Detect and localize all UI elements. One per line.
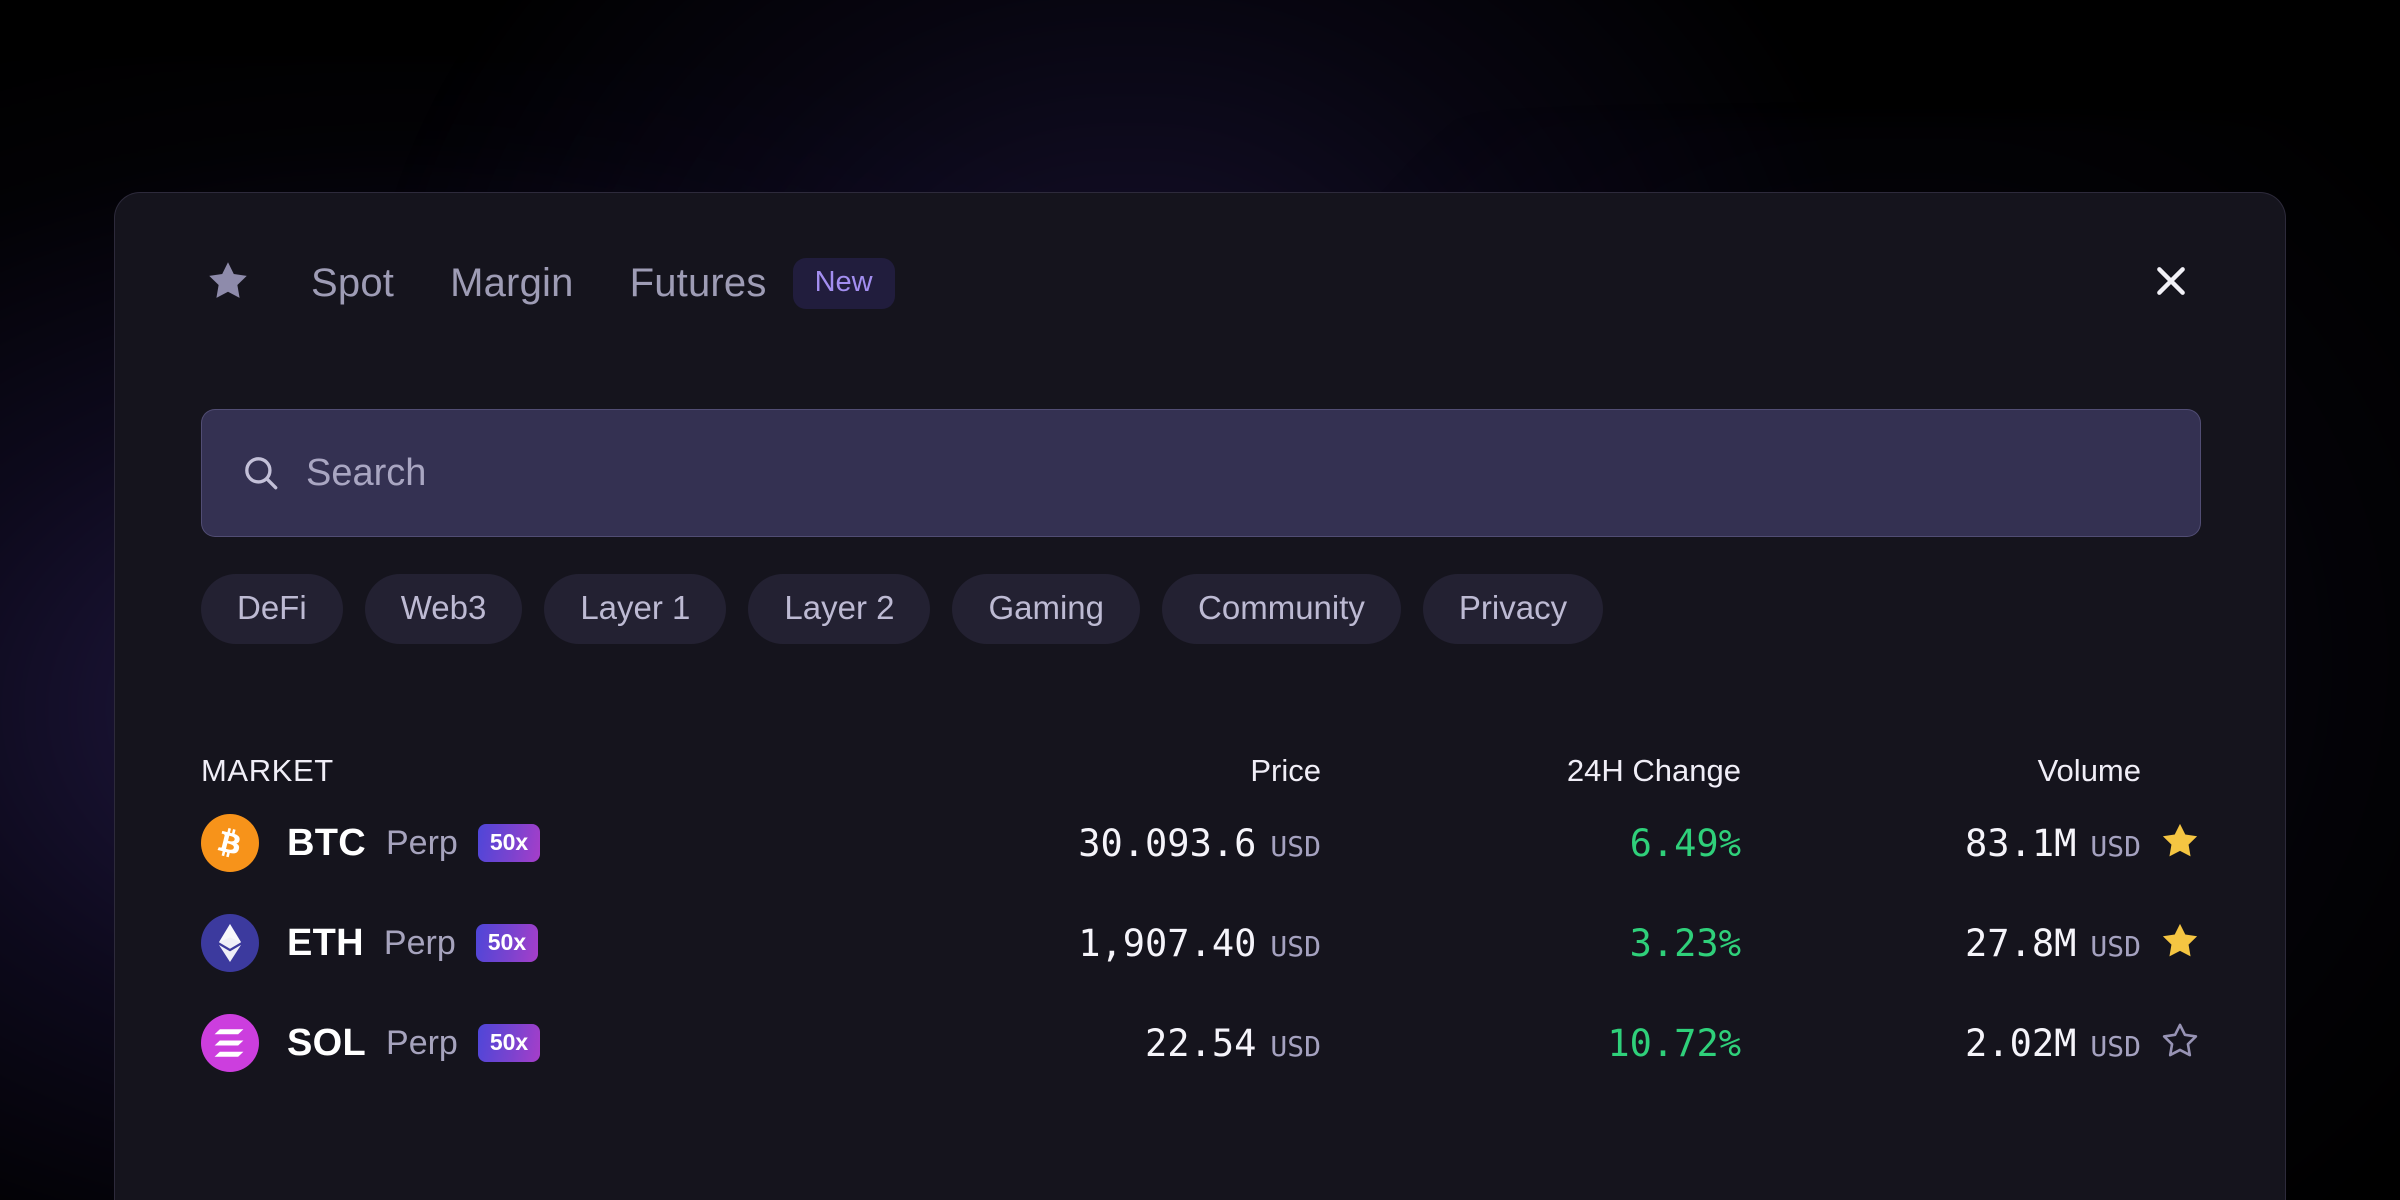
leverage-badge: 50x [477, 824, 541, 862]
table-header-row: MARKET Price 24H Change Volume [201, 733, 2201, 793]
close-button[interactable] [2143, 255, 2199, 311]
change-cell: 3.23% [1321, 922, 1741, 965]
category-pill-defi[interactable]: DeFi [201, 574, 343, 644]
table-row[interactable]: SOL Perp 50x 22.54 USD 10.72% 2.02M USD [201, 993, 2201, 1093]
volume-unit: USD [2090, 929, 2141, 963]
volume-value: 2.02M [1965, 1021, 2077, 1065]
leverage-badge: 50x [475, 924, 539, 962]
star-filled-icon [2159, 820, 2201, 867]
volume-cell: 27.8M USD [1741, 922, 2141, 965]
column-header-volume[interactable]: Volume [1741, 753, 2141, 789]
leverage-badge: 50x [477, 1024, 541, 1062]
favorite-toggle[interactable] [2141, 920, 2201, 967]
column-header-change[interactable]: 24H Change [1321, 753, 1741, 789]
favorite-toggle[interactable] [2141, 1020, 2201, 1067]
change-value: 10.72% [1607, 1021, 1741, 1065]
ethereum-icon [201, 914, 259, 972]
category-pill-community[interactable]: Community [1162, 574, 1401, 644]
close-icon [2151, 261, 2191, 306]
change-cell: 6.49% [1321, 822, 1741, 865]
market-table: MARKET Price 24H Change Volume BTC Perp … [201, 733, 2201, 1093]
market-cell: BTC Perp 50x [201, 814, 901, 872]
bitcoin-icon [201, 814, 259, 872]
price-value: 1,907.40 [1078, 921, 1257, 965]
price-cell: 1,907.40 USD [901, 922, 1321, 965]
volume-value: 83.1M [1965, 821, 2077, 865]
market-symbol: SOL [287, 1021, 367, 1064]
app-background: Spot Margin Futures New Search DeFi Web3… [0, 0, 2400, 1200]
volume-value: 27.8M [1965, 921, 2077, 965]
tab-favorites[interactable] [201, 256, 255, 310]
category-pill-gaming[interactable]: Gaming [952, 574, 1141, 644]
market-kind: Perp [383, 923, 456, 962]
market-cell: SOL Perp 50x [201, 1014, 901, 1072]
tab-margin[interactable]: Margin [450, 261, 573, 306]
volume-unit: USD [2090, 1029, 2141, 1063]
table-row[interactable]: ETH Perp 50x 1,907.40 USD 3.23% 27.8M USD [201, 893, 2201, 993]
search-icon [238, 450, 284, 496]
market-symbol: ETH [287, 921, 364, 964]
price-cell: 30.093.6 USD [901, 822, 1321, 865]
star-outline-icon [2159, 1020, 2201, 1067]
market-selector-modal: Spot Margin Futures New Search DeFi Web3… [114, 192, 2286, 1200]
change-value: 3.23% [1629, 921, 1741, 965]
market-cell: ETH Perp 50x [201, 914, 901, 972]
search-input[interactable] [306, 451, 2170, 495]
category-filter-list: DeFi Web3 Layer 1 Layer 2 Gaming Communi… [201, 574, 1604, 644]
solana-icon [201, 1014, 259, 1072]
category-pill-privacy[interactable]: Privacy [1422, 574, 1604, 644]
price-unit: USD [1270, 929, 1321, 963]
tab-spot[interactable]: Spot [311, 261, 394, 306]
change-cell: 10.72% [1321, 1022, 1741, 1065]
new-badge[interactable]: New [792, 257, 895, 309]
column-header-price[interactable]: Price [901, 753, 1321, 789]
volume-cell: 83.1M USD [1741, 822, 2141, 865]
search-bar[interactable] [201, 409, 2201, 537]
modal-tabbar: Spot Margin Futures New [115, 193, 2285, 373]
price-cell: 22.54 USD [901, 1022, 1321, 1065]
column-header-market: MARKET [201, 753, 334, 788]
tab-futures[interactable]: Futures [630, 261, 767, 306]
change-value: 6.49% [1629, 821, 1741, 865]
market-kind: Perp [386, 1023, 458, 1062]
price-value: 22.54 [1145, 1021, 1257, 1065]
price-unit: USD [1270, 829, 1321, 863]
favorite-toggle[interactable] [2141, 820, 2201, 867]
category-pill-layer1[interactable]: Layer 1 [544, 574, 727, 644]
star-filled-icon [205, 258, 251, 309]
category-pill-web3[interactable]: Web3 [364, 574, 523, 644]
volume-cell: 2.02M USD [1741, 1022, 2141, 1065]
market-symbol: BTC [287, 821, 366, 864]
star-filled-icon [2159, 920, 2201, 967]
price-unit: USD [1270, 1029, 1321, 1063]
table-row[interactable]: BTC Perp 50x 30.093.6 USD 6.49% 83.1M USD [201, 793, 2201, 893]
price-value: 30.093.6 [1078, 821, 1257, 865]
category-pill-layer2[interactable]: Layer 2 [748, 574, 931, 644]
volume-unit: USD [2090, 829, 2141, 863]
market-kind: Perp [386, 823, 458, 862]
